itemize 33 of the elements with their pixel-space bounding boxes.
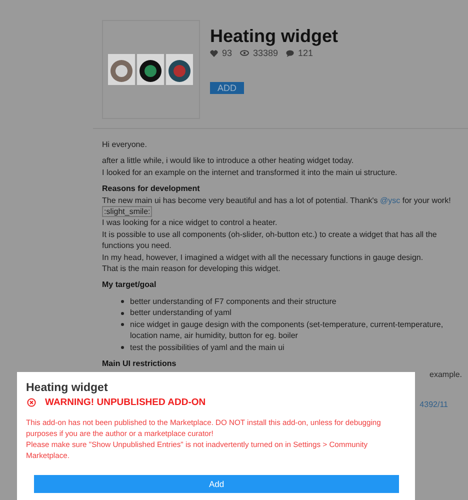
likes-count: 93 (222, 48, 232, 58)
paragraph-text: example. (428, 369, 462, 381)
paragraph-text: Hi everyone. (102, 139, 148, 150)
dialog-title: Heating widget (26, 382, 109, 394)
eye-icon (240, 50, 250, 56)
bullet-icon (121, 312, 124, 315)
list-item-text: test the possibilities of yaml and the main ui (130, 342, 284, 353)
mention-link[interactable]: @ysc (380, 196, 400, 205)
comments-count: 121 (298, 48, 314, 58)
emoji-code: :slight_smile: (102, 206, 152, 218)
addon-title: Heating widget (210, 25, 338, 47)
list-item-text: better understanding of yaml (130, 307, 232, 319)
heart-icon (210, 50, 218, 56)
paragraph-text: The new main ui has become very beautiful and has a lot of potential. Thank's @ysc for your work! :slight_smile: (102, 194, 452, 218)
paragraph-text: I was looking for a nice widget to control a heater. (102, 217, 278, 229)
section-heading: Main UI restrictions (102, 358, 178, 370)
speech-bubble-icon (286, 50, 294, 56)
list-item-text: better understanding of F7 components and their structure (130, 296, 336, 308)
bullet-icon (121, 300, 124, 304)
views-count: 33389 (253, 48, 278, 58)
warning-title: WARNING! UNPUBLISHED ADD-ON (45, 397, 206, 408)
paragraph-text: after a little while, i would like to introduce a other heating widget today. (102, 155, 355, 167)
section-heading: Reasons for development (102, 183, 201, 195)
add-button[interactable]: Add (34, 475, 399, 493)
bullet-icon (121, 346, 124, 349)
bullet-icon (121, 323, 124, 326)
add-button[interactable]: ADD (210, 82, 244, 94)
paragraph-text: That is the main reason for developing this widget. (102, 263, 282, 274)
section-heading: My target/goal (102, 279, 158, 291)
paragraph-text: In my head, however, I imagined a widget with all the necessary functions in gauge design. (102, 252, 424, 264)
paragraph-text: I looked for an example on the internet and transformed it into the main ui structure. (102, 166, 398, 178)
paragraph-text: It is possible to use all components (oh-slider, oh-button etc.) to create a widget that has all the functions you need. (102, 228, 438, 252)
error-icon (27, 398, 36, 407)
